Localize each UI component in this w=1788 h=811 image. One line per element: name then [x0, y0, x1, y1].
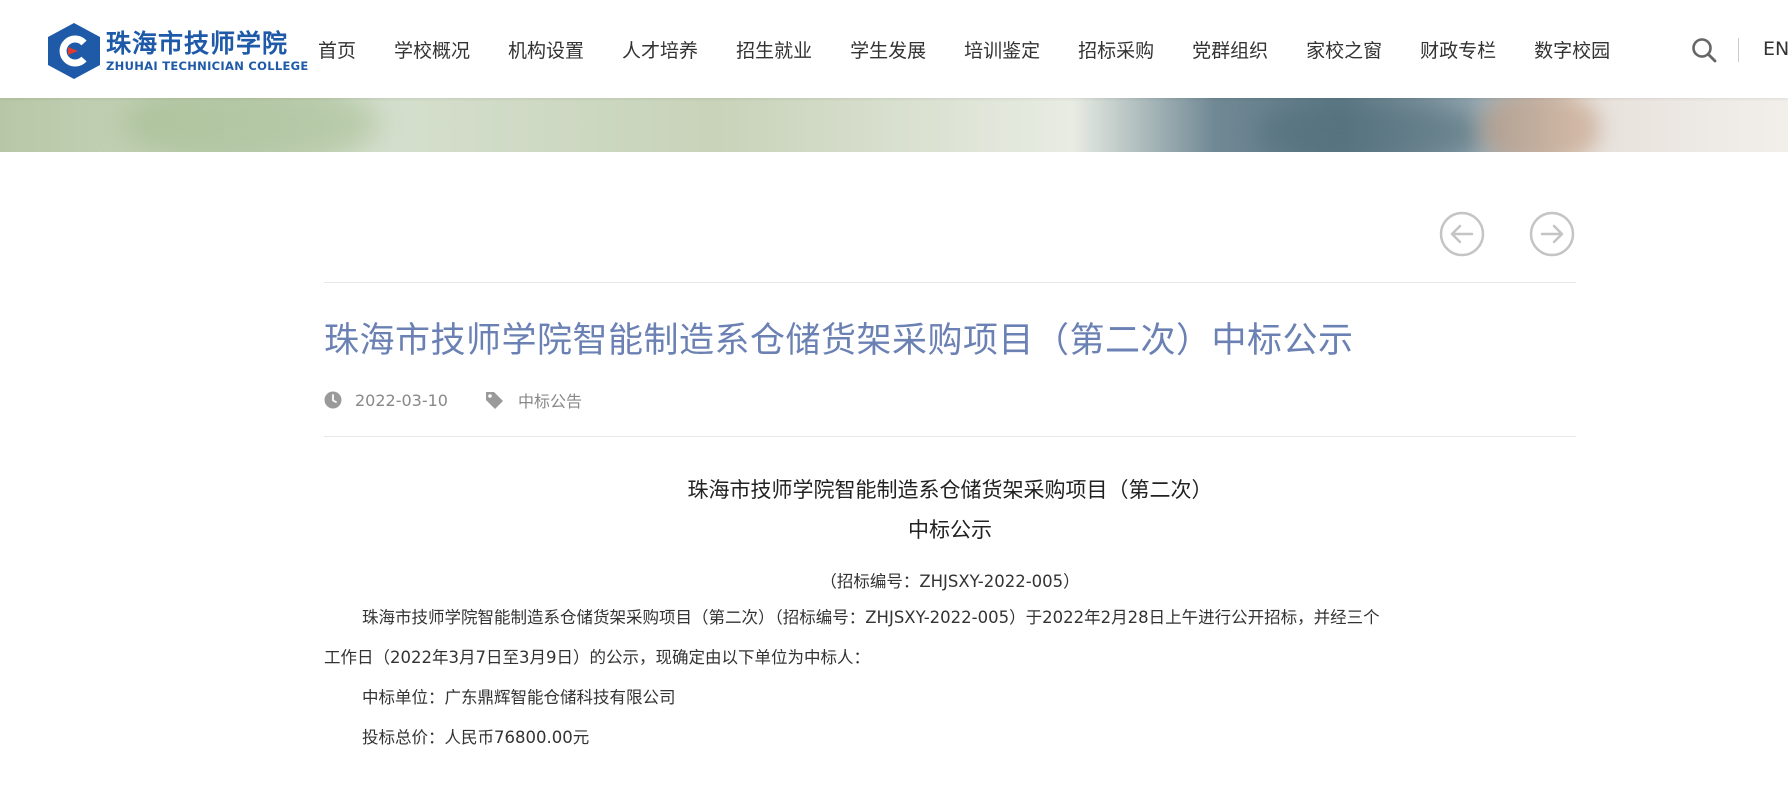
article-title: 珠海市技师学院智能制造系仓储货架采购项目（第二次）中标公示: [324, 321, 1354, 361]
article-category[interactable]: 中标公告: [518, 388, 582, 412]
document-heading: 珠海市技师学院智能制造系仓储货架采购项目（第二次）: [687, 478, 1213, 502]
nav-item-party[interactable]: 党群组织: [1192, 36, 1268, 63]
logo-subtitle: ZHUHAI TECHNICIAN COLLEGE: [106, 59, 309, 73]
nav-item-training-talent[interactable]: 人才培养: [622, 36, 698, 63]
article-meta: 2022-03-10 中标公告: [324, 388, 582, 412]
nav-item-home[interactable]: 首页: [318, 36, 356, 63]
document-subheading: 中标公示: [908, 518, 992, 542]
logo-title: 珠海市技师学院: [106, 29, 289, 58]
logo-mark-icon: [48, 23, 100, 79]
banner-image: [0, 98, 1788, 152]
nav-item-procurement[interactable]: 招标采购: [1078, 36, 1154, 63]
divider-meta: [324, 436, 1576, 437]
divider-top: [324, 282, 1576, 283]
nav-item-digital-campus[interactable]: 数字校园: [1534, 36, 1610, 63]
winning-bidder: 中标单位：广东鼎辉智能仓储科技有限公司: [362, 688, 676, 707]
previous-article-icon[interactable]: [1438, 210, 1486, 258]
logo[interactable]: 珠海市技师学院 ZHUHAI TECHNICIAN COLLEGE: [46, 20, 309, 82]
bid-number: （招标编号：ZHJSXY-2022-005）: [820, 572, 1080, 591]
next-article-icon[interactable]: [1528, 210, 1576, 258]
clock-icon: [324, 391, 342, 409]
search-icon[interactable]: [1691, 37, 1717, 63]
paragraph-line-2: 工作日（2022年3月7日至3月9日）的公示，现确定由以下单位为中标人：: [324, 648, 870, 667]
nav-item-organization[interactable]: 机构设置: [508, 36, 584, 63]
paragraph-line-1: 珠海市技师学院智能制造系仓储货架采购项目（第二次）（招标编号：ZHJSXY-20…: [362, 608, 1380, 627]
language-switch[interactable]: EN: [1763, 38, 1788, 60]
nav-item-overview[interactable]: 学校概况: [394, 36, 470, 63]
main-nav: 首页 学校概况 机构设置 人才培养 招生就业 学生发展 培训鉴定 招标采购 党群…: [318, 0, 1648, 98]
publish-date: 2022-03-10: [355, 390, 448, 410]
article-pager: [1396, 210, 1576, 258]
nav-item-family[interactable]: 家校之窗: [1306, 36, 1382, 63]
nav-item-certification[interactable]: 培训鉴定: [964, 36, 1040, 63]
site-header: 珠海市技师学院 ZHUHAI TECHNICIAN COLLEGE 首页 学校概…: [0, 0, 1788, 98]
nav-item-student-dev[interactable]: 学生发展: [850, 36, 926, 63]
tag-icon: [485, 392, 503, 409]
bid-price: 投标总价：人民币76800.00元: [362, 728, 590, 747]
nav-item-admission[interactable]: 招生就业: [736, 36, 812, 63]
nav-item-finance[interactable]: 财政专栏: [1420, 36, 1496, 63]
header-divider: [1738, 38, 1739, 62]
